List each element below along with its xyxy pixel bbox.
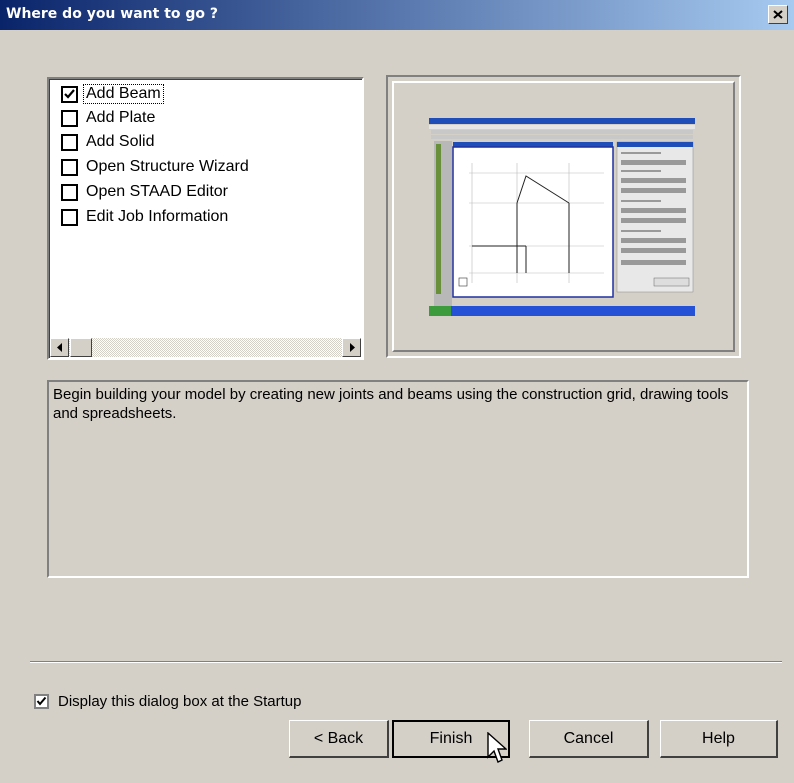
list-item-edit-job-information[interactable]: Edit Job Information bbox=[61, 206, 230, 228]
checkbox[interactable] bbox=[61, 183, 78, 201]
window-title: Where do you want to go ? bbox=[6, 6, 219, 22]
item-label: Open STAAD Editor bbox=[86, 183, 228, 200]
scroll-right-button[interactable] bbox=[342, 338, 361, 357]
item-label: Open Structure Wizard bbox=[86, 158, 249, 175]
item-label: Edit Job Information bbox=[86, 208, 229, 225]
startup-option[interactable]: Display this dialog box at the Startup bbox=[34, 693, 301, 710]
mouse-cursor-icon bbox=[487, 732, 507, 763]
list-item-add-beam[interactable]: Add Beam bbox=[61, 83, 164, 105]
cancel-button[interactable]: Cancel bbox=[529, 720, 649, 758]
help-label: Help bbox=[702, 729, 735, 747]
checkbox[interactable] bbox=[61, 158, 78, 176]
scroll-thumb[interactable] bbox=[70, 338, 92, 357]
back-label: < Back bbox=[313, 729, 364, 747]
description-box: Begin building your model by creating ne… bbox=[47, 380, 749, 578]
close-button[interactable] bbox=[768, 5, 788, 24]
arrow-right-icon bbox=[349, 343, 355, 352]
item-label: Add Plate bbox=[86, 109, 156, 126]
separator bbox=[30, 661, 782, 663]
checkbox[interactable] bbox=[61, 109, 78, 127]
description-text: Begin building your model by creating ne… bbox=[53, 386, 729, 422]
scroll-left-button[interactable] bbox=[50, 338, 69, 357]
checkbox[interactable] bbox=[61, 208, 78, 226]
arrow-left-icon bbox=[56, 343, 62, 352]
list-item-add-solid[interactable]: Add Solid bbox=[61, 131, 157, 153]
help-button[interactable]: Help bbox=[660, 720, 778, 758]
item-label: Add Beam bbox=[83, 84, 164, 104]
checkbox[interactable] bbox=[61, 133, 78, 151]
finish-label: Finish bbox=[429, 730, 473, 747]
list-item-open-structure-wizard[interactable]: Open Structure Wizard bbox=[61, 156, 251, 178]
options-list[interactable]: Add Beam Add Plate Add Solid Open Struct… bbox=[47, 77, 364, 360]
list-item-open-staad-editor[interactable]: Open STAAD Editor bbox=[61, 181, 230, 203]
checkmark-icon bbox=[36, 696, 47, 706]
startup-checkbox[interactable] bbox=[34, 694, 49, 709]
preview-screenshot bbox=[429, 118, 695, 316]
checkbox[interactable] bbox=[61, 85, 78, 103]
back-button[interactable]: < Back bbox=[289, 720, 389, 758]
checkmark-icon bbox=[64, 88, 75, 99]
item-label: Add Solid bbox=[86, 133, 155, 150]
horizontal-scrollbar[interactable] bbox=[50, 338, 361, 357]
cancel-label: Cancel bbox=[563, 729, 614, 747]
startup-label: Display this dialog box at the Startup bbox=[58, 693, 302, 710]
close-icon bbox=[773, 10, 783, 19]
title-bar: Where do you want to go ? bbox=[0, 0, 794, 30]
list-item-add-plate[interactable]: Add Plate bbox=[61, 107, 157, 129]
